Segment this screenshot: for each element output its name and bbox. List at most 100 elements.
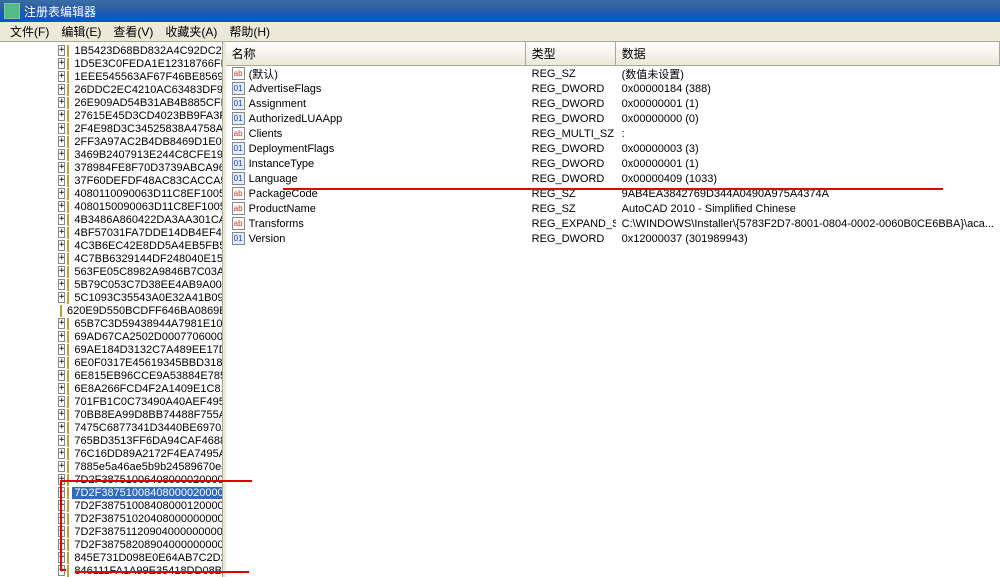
list-row[interactable]: 01LanguageREG_DWORD0x00000409 (1033) xyxy=(226,171,1000,186)
tree-item[interactable]: +1D5E3C0FEDA1E12318766FED06E995A xyxy=(0,57,222,70)
tree-item[interactable]: +7D2F38758208904000000000060BECB6AB xyxy=(0,538,222,551)
header-name[interactable]: 名称 xyxy=(226,42,526,65)
tree-item[interactable]: +1EEE545563AF67F46BE85697E4F2E6D xyxy=(0,70,222,83)
menu-help[interactable]: 帮助(H) xyxy=(223,21,276,42)
tree-item[interactable]: +7D2F38751020408000000000060BECB6AB xyxy=(0,512,222,525)
expand-icon[interactable]: + xyxy=(58,136,65,147)
expand-icon[interactable]: + xyxy=(58,422,65,433)
expand-icon[interactable]: − xyxy=(58,487,65,498)
expand-icon[interactable]: + xyxy=(58,149,65,160)
tree-item[interactable]: +70BB8EA99D8BB74488F755A69578D8A3 xyxy=(0,408,222,421)
expand-icon[interactable]: + xyxy=(58,162,65,173)
tree-item[interactable]: +7D2F38751008408000120000060BECB6AB xyxy=(0,499,222,512)
list-row[interactable]: abClientsREG_MULTI_SZ: xyxy=(226,126,1000,141)
tree-item[interactable]: +563FE05C8982A9846B7C03AD4A669E2A xyxy=(0,265,222,278)
expand-icon[interactable]: + xyxy=(58,253,65,264)
list-row[interactable]: abTransformsREG_EXPAND_SZC:\WINDOWS\Inst… xyxy=(226,216,1000,231)
tree-item[interactable]: +69AD67CA2502D00077060000000000030 xyxy=(0,330,222,343)
tree-item[interactable]: +2FF3A97AC2B4DB8469D1E0DECD39044B xyxy=(0,135,222,148)
tree-item[interactable]: +6E0F0317E45619345BBD318BD1CBC646 xyxy=(0,356,222,369)
expand-icon[interactable]: + xyxy=(58,318,65,329)
expand-icon[interactable]: + xyxy=(58,461,65,472)
tree-item[interactable]: +65B7C3D59438944A7981E108D75984C8 xyxy=(0,317,222,330)
registry-tree[interactable]: +1B5423D68BD832A4C92DC2094FA0AB6F+1D5E3C… xyxy=(0,42,223,577)
tree-item[interactable]: +4C7BB6329144DF248040E152A7523ED4 xyxy=(0,252,222,265)
expand-icon[interactable]: + xyxy=(58,526,65,537)
list-body[interactable]: ab(默认)REG_SZ(数值未设置)01AdvertiseFlagsREG_D… xyxy=(226,66,1000,577)
expand-icon[interactable]: + xyxy=(58,188,65,199)
expand-icon[interactable]: + xyxy=(58,448,65,459)
list-row[interactable]: 01AssignmentREG_DWORD0x00000001 (1) xyxy=(226,96,1000,111)
tree-item[interactable]: +4C3B6EC42E8DD5A4EB5FB596FA48B3C0 xyxy=(0,239,222,252)
tree-item[interactable]: +765BD3513FF6DA94CAF4688F3ACCDFBF xyxy=(0,434,222,447)
tree-item[interactable]: +846111FA1A99E35418DD08BDFBD6DADD xyxy=(0,564,222,577)
expand-icon[interactable]: + xyxy=(58,565,65,576)
tree-item[interactable]: +26E909AD54B31AB4B885CFEAABB4EC9C xyxy=(0,96,222,109)
expand-icon[interactable]: + xyxy=(58,58,65,69)
tree-item[interactable]: 620E9D550BCDFF646BA0869B2722C86F xyxy=(0,304,222,317)
expand-icon[interactable]: + xyxy=(58,214,65,225)
expand-icon[interactable]: + xyxy=(58,227,65,238)
menu-view[interactable]: 查看(V) xyxy=(107,21,159,42)
expand-icon[interactable]: + xyxy=(58,123,65,134)
expand-icon[interactable]: + xyxy=(58,110,65,121)
tree-item[interactable]: +4080150090063D11C8EF10054038389C xyxy=(0,200,222,213)
list-row[interactable]: abProductNameREG_SZAutoCAD 2010 - Simpli… xyxy=(226,201,1000,216)
tree-item[interactable]: +7D2F38751006408000020000060BECB6AB xyxy=(0,473,222,486)
expand-icon[interactable]: + xyxy=(58,539,65,550)
expand-icon[interactable]: + xyxy=(58,175,65,186)
expand-icon[interactable]: + xyxy=(58,344,65,355)
expand-icon[interactable]: + xyxy=(58,71,65,82)
tree-item[interactable]: +69AE184D3132C7A489EE17D0A18F48CA xyxy=(0,343,222,356)
tree-item[interactable]: +4B3486A860422DA3AA301CA8A012D781 xyxy=(0,213,222,226)
tree-item[interactable]: +26DDC2EC4210AC63483DF9D4FCC5B59D xyxy=(0,83,222,96)
list-row[interactable]: ab(默认)REG_SZ(数值未设置) xyxy=(226,66,1000,81)
tree-item[interactable]: +7885e5a46ae5b9b24589670ea5b6f5f1 xyxy=(0,460,222,473)
list-row[interactable]: 01InstanceTypeREG_DWORD0x00000001 (1) xyxy=(226,156,1000,171)
tree-item[interactable]: +701FB1C0C73490A40AEF49593324100F xyxy=(0,395,222,408)
expand-icon[interactable]: + xyxy=(58,513,65,524)
list-row[interactable]: 01AdvertiseFlagsREG_DWORD0x00000184 (388… xyxy=(226,81,1000,96)
expand-icon[interactable]: + xyxy=(58,240,65,251)
tree-item[interactable]: +27615E45D3CD4023BB9FA3FA52FC8FEA xyxy=(0,109,222,122)
tree-item[interactable]: +2F4E98D3C34525838A4758A06A242280 xyxy=(0,122,222,135)
menu-edit[interactable]: 编辑(E) xyxy=(55,21,107,42)
expand-icon[interactable]: + xyxy=(58,435,65,446)
tree-item[interactable]: +3469B2407913E244C8CFE19AA6BE1A66 xyxy=(0,148,222,161)
expand-icon[interactable]: + xyxy=(58,357,65,368)
tree-item[interactable]: +37F60DEFDF48AC83CACCA53808349739 xyxy=(0,174,222,187)
tree-item[interactable]: +378984FE8F70D3739ABCA96C88DA9A46 xyxy=(0,161,222,174)
expand-icon[interactable]: + xyxy=(58,201,65,212)
expand-icon[interactable]: + xyxy=(58,409,65,420)
expand-icon[interactable]: + xyxy=(58,97,65,108)
expand-icon[interactable]: + xyxy=(58,396,65,407)
tree-item[interactable]: +6E815EB96CCE9A53884E7857C57002F0 xyxy=(0,369,222,382)
tree-item[interactable]: −7D2F38751008408000020000060BECB6AB xyxy=(0,486,222,499)
expand-icon[interactable]: + xyxy=(58,500,65,511)
list-row[interactable]: 01VersionREG_DWORD0x12000037 (301989943) xyxy=(226,231,1000,246)
list-row[interactable]: 01AuthorizedLUAAppREG_DWORD0x00000000 (0… xyxy=(226,111,1000,126)
tree-item[interactable]: +4080110090063D11C8EF10054038389C xyxy=(0,187,222,200)
tree-item[interactable]: +6E8A266FCD4F2A1409E1C8110F44DBCE xyxy=(0,382,222,395)
tree-item[interactable]: +5C1093C35543A0E32A41B090A305076A xyxy=(0,291,222,304)
list-row[interactable]: abPackageCodeREG_SZ9AB4EA3842769D344A049… xyxy=(226,186,1000,201)
tree-item[interactable]: +845E731D098E0E64AB7C2D237F77665F xyxy=(0,551,222,564)
tree-item[interactable]: +7475C6877341D3440BE6970AF0AE1501 xyxy=(0,421,222,434)
expand-icon[interactable]: + xyxy=(58,370,65,381)
menu-favorites[interactable]: 收藏夹(A) xyxy=(159,21,223,42)
tree-item[interactable]: +1B5423D68BD832A4C92DC2094FA0AB6F xyxy=(0,44,222,57)
tree-item[interactable]: +5B79C053C7D38EE4AB9A00CB3B5D2472 xyxy=(0,278,222,291)
expand-icon[interactable]: + xyxy=(58,331,65,342)
expand-icon[interactable]: + xyxy=(58,45,65,56)
header-data[interactable]: 数据 xyxy=(616,42,1000,65)
expand-icon[interactable]: + xyxy=(58,474,65,485)
header-type[interactable]: 类型 xyxy=(526,42,616,65)
expand-icon[interactable]: + xyxy=(58,292,65,303)
expand-icon[interactable]: + xyxy=(58,84,65,95)
expand-icon[interactable]: + xyxy=(58,552,65,563)
tree-item[interactable]: +4BF57031FA7DDE14DB4EF4C9007DC2FF xyxy=(0,226,222,239)
menu-file[interactable]: 文件(F) xyxy=(4,21,55,42)
list-row[interactable]: 01DeploymentFlagsREG_DWORD0x00000003 (3) xyxy=(226,141,1000,156)
expand-icon[interactable]: + xyxy=(58,383,65,394)
expand-icon[interactable]: + xyxy=(58,266,65,277)
